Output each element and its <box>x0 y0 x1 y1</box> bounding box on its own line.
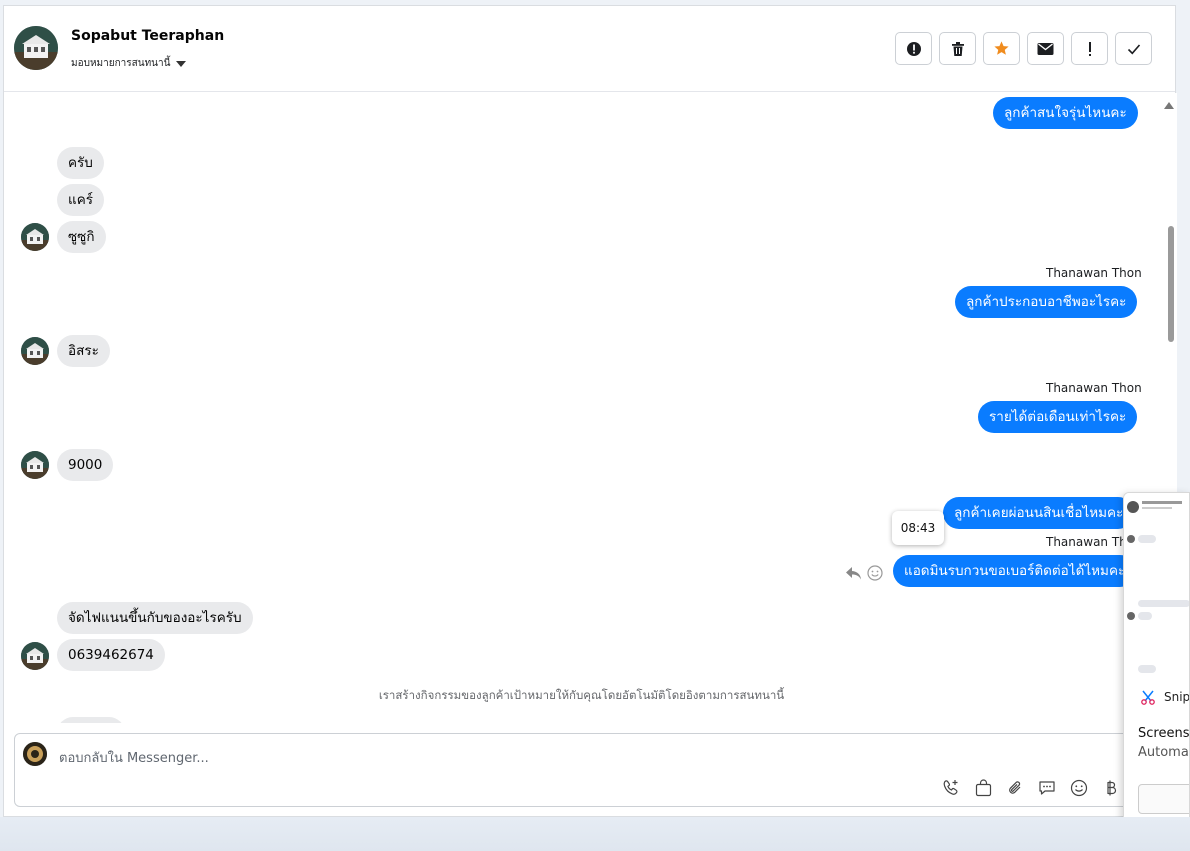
call-request-button[interactable] <box>941 778 961 798</box>
house-photo-icon <box>14 26 58 70</box>
assign-label: มอบหมายการสนทนานี้ <box>71 58 171 69</box>
trash-icon <box>951 41 964 56</box>
house-photo-icon <box>21 223 49 251</box>
assign-conversation-dropdown[interactable]: มอบหมายการสนทนานี้ <box>71 56 187 71</box>
timestamp-tooltip: 08:43 <box>892 511 944 545</box>
chat-icon <box>1039 781 1055 795</box>
follow-up-button[interactable] <box>1071 32 1108 65</box>
star-button[interactable] <box>983 32 1020 65</box>
page-logo-icon <box>23 742 47 766</box>
exclamation-icon <box>1088 41 1091 56</box>
notification-action-button[interactable] <box>1138 784 1189 814</box>
notification-app-name: Snipp <box>1164 690 1190 704</box>
baht-icon <box>1107 780 1117 796</box>
composer-tools <box>941 778 1121 798</box>
system-note: เราสร้างกิจกรรมของลูกค้าเป้าหมายให้กับคุ… <box>378 688 785 702</box>
snipping-tool-icon <box>1141 690 1155 705</box>
thumb-bubble <box>1138 612 1152 620</box>
report-button[interactable] <box>895 32 932 65</box>
check-icon <box>1127 43 1140 54</box>
snipping-tool-notification[interactable]: Snipp Screensh Automat <box>1123 492 1190 828</box>
screenshot-thumbnail <box>1124 493 1189 673</box>
house-photo-icon <box>21 451 49 479</box>
message-outgoing[interactable]: แอดมินรบกวนขอเบอร์ติดต่อได้ไหมคะ <box>893 555 1137 587</box>
emoji-icon <box>1070 779 1088 797</box>
thumb-line <box>1142 501 1182 504</box>
thumb-bubble <box>1138 600 1189 607</box>
mark-done-button[interactable] <box>1115 32 1152 65</box>
message-thread[interactable]: ลูกค้าสนใจรุ่นไหนคะ ครับ แคร์ ซูซูกิ Tha… <box>4 93 1166 723</box>
emoji-button[interactable] <box>1069 778 1089 798</box>
sender-name: Thanawan Thon <box>1046 381 1142 395</box>
conversation-panel: Sopabut Teeraphan มอบหมายการสนทนานี้ ลูก… <box>3 5 1177 817</box>
message-incoming[interactable]: 0639462674 <box>57 639 165 671</box>
paperclip-icon <box>1009 781 1021 794</box>
message-outgoing[interactable]: รายได้ต่อเดือนเท่าไรคะ <box>978 401 1138 433</box>
message-outgoing[interactable]: ลูกค้าประกอบอาชีพอะไรคะ <box>955 286 1138 318</box>
message-outgoing[interactable]: ลูกค้าสนใจรุ่นไหนคะ <box>993 97 1138 129</box>
message-incoming[interactable]: จัดไฟแนนขึ้นกับของอะไรครับ <box>57 602 253 634</box>
scrollbar-thumb[interactable] <box>1168 226 1174 342</box>
envelope-icon <box>1037 42 1054 55</box>
thumb-bubble <box>1138 535 1156 543</box>
message-incoming[interactable]: อิสระ <box>57 335 110 367</box>
message-hover-actions <box>845 565 883 581</box>
message-incoming[interactable]: แคร์ <box>57 184 104 216</box>
notification-title: Screensh <box>1138 726 1190 741</box>
sender-name: Thanawan Tho <box>1046 535 1135 549</box>
message-incoming[interactable]: ครับ <box>57 147 104 179</box>
phone-plus-icon <box>943 780 958 795</box>
shopping-bag-icon <box>975 779 991 797</box>
contact-name[interactable]: Sopabut Teeraphan <box>71 28 224 44</box>
thumb-avatar <box>1127 535 1135 543</box>
thumb-avatar <box>1127 501 1139 513</box>
message-incoming[interactable]: 9000 <box>57 449 114 481</box>
house-photo-icon <box>21 337 49 365</box>
contact-mini-avatar <box>21 642 49 670</box>
contact-mini-avatar <box>21 337 49 365</box>
thumb-line <box>1142 507 1172 509</box>
thumb-bubble <box>1138 665 1156 673</box>
scroll-up-arrow-icon[interactable] <box>1164 102 1174 109</box>
conversation-header: Sopabut Teeraphan มอบหมายการสนทนานี้ <box>4 6 1175 92</box>
payment-button[interactable] <box>1101 778 1121 798</box>
emoji-react-icon[interactable] <box>867 565 883 581</box>
saved-replies-button[interactable] <box>1037 778 1057 798</box>
desktop-taskbar-edge <box>0 817 1190 851</box>
notification-app-row: Snipp <box>1140 689 1190 705</box>
sender-name: Thanawan Thon <box>1046 266 1142 280</box>
caret-down-icon <box>176 60 187 67</box>
message-outgoing[interactable]: ลูกค้าเคยผ่อนนสินเชื่อไหมคะ <box>943 497 1135 529</box>
shop-button[interactable] <box>973 778 993 798</box>
mark-unread-button[interactable] <box>1027 32 1064 65</box>
reply-input[interactable] <box>59 748 919 768</box>
contact-avatar[interactable] <box>14 26 58 70</box>
header-actions <box>895 32 1152 65</box>
message-incoming-partial <box>57 717 125 723</box>
notification-subtitle: Automat <box>1138 745 1190 760</box>
message-incoming[interactable]: ซูซูกิ <box>57 221 106 253</box>
house-photo-icon <box>21 642 49 670</box>
attach-button[interactable] <box>1005 778 1025 798</box>
delete-button[interactable] <box>939 32 976 65</box>
reply-composer <box>14 733 1164 807</box>
page-avatar <box>23 742 47 766</box>
contact-mini-avatar <box>21 451 49 479</box>
contact-mini-avatar <box>21 223 49 251</box>
app-root: Sopabut Teeraphan มอบหมายการสนทนานี้ ลูก… <box>0 0 1190 851</box>
report-icon <box>906 41 921 56</box>
reply-icon[interactable] <box>845 566 862 581</box>
thumb-avatar <box>1127 612 1135 620</box>
star-icon <box>994 41 1009 55</box>
